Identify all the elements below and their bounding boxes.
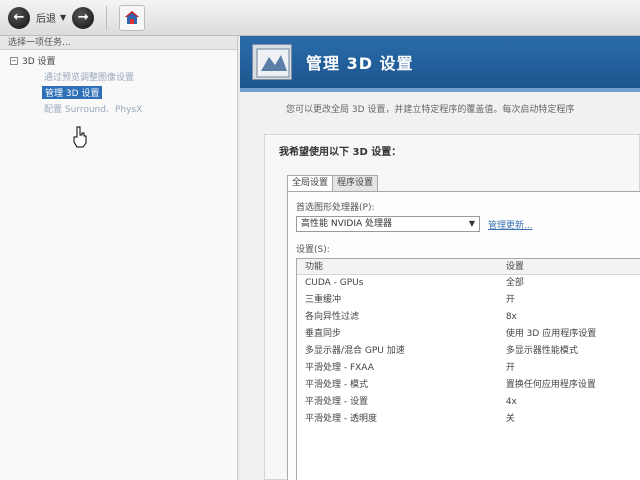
page-description: 您可以更改全局 3D 设置，并建立特定程序的覆盖值。每次启动特定程序 [286, 105, 575, 115]
page-banner: 管理 3D 设置 [240, 36, 640, 88]
feature-value[interactable]: 开 [500, 292, 640, 309]
table-row[interactable]: 平滑处理 - FXAA 开 [297, 360, 640, 377]
home-button[interactable] [119, 4, 146, 31]
feature-name: 三重缓冲 [305, 295, 342, 305]
column-header-feature[interactable]: 功能 [297, 259, 500, 274]
3d-settings-icon [252, 44, 292, 80]
feature-value[interactable]: 多显示器性能模式 [500, 343, 640, 360]
feature-name: 平滑处理 - FXAA [305, 363, 374, 373]
feature-value[interactable]: 使用 3D 应用程序设置 [500, 326, 640, 343]
tree-item-manage-3d-settings[interactable]: 管理 3D 设置 [42, 86, 103, 99]
tree-item-preview-image-settings[interactable]: 通过预览调整图像设置 [44, 70, 237, 83]
collapse-icon[interactable]: − [10, 56, 18, 65]
home-icon [125, 10, 140, 24]
history-dropdown-icon[interactable]: ▼ [60, 13, 66, 22]
feature-name: 垂直同步 [305, 329, 342, 339]
grid-header: 功能 设置 [297, 259, 640, 275]
feature-value[interactable]: 4x [500, 394, 640, 411]
feature-name: 平滑处理 - 透明度 [305, 414, 377, 424]
content-pane: 管理 3D 设置 您可以更改全局 3D 设置，并建立特定程序的覆盖值。每次启动特… [240, 36, 640, 480]
chevron-down-icon: ▼ [468, 219, 475, 228]
toolbar: ← 后退 ▼ → [0, 0, 640, 36]
table-row[interactable]: 三重缓冲 开 [297, 292, 640, 309]
forward-button[interactable]: → [72, 6, 95, 29]
settings-tabs: 全局设置 程序设置 [287, 175, 379, 192]
feature-name: 平滑处理 - 模式 [305, 380, 368, 390]
manage-link[interactable]: 管理更新... [488, 218, 533, 231]
settings-label: 设置(S): [296, 245, 330, 255]
table-row[interactable]: 多显示器/混合 GPU 加速 多显示器性能模式 [297, 343, 640, 360]
page-title: 管理 3D 设置 [306, 54, 414, 73]
table-row[interactable]: 平滑处理 - 模式 置换任何应用程序设置 [297, 377, 640, 394]
feature-value[interactable]: 关 [500, 411, 640, 428]
tab-program-settings[interactable]: 程序设置 [332, 175, 379, 191]
feature-name: 各向异性过滤 [305, 312, 360, 322]
preferred-processor-label: 首选图形处理器(P): [296, 203, 375, 213]
feature-value[interactable]: 全部 [500, 275, 640, 292]
tree-item-configure-surround-physx[interactable]: 配置 Surround、PhysX [44, 102, 237, 115]
feature-name: 平滑处理 - 设置 [305, 397, 368, 407]
table-row[interactable]: 垂直同步 使用 3D 应用程序设置 [297, 326, 640, 343]
feature-name: CUDA - GPUs [305, 278, 364, 288]
hand-cursor-icon [73, 126, 87, 148]
task-tree: − 3D 设置 通过预览调整图像设置 管理 3D 设置 配置 Surround、… [0, 50, 237, 115]
preferred-processor-select[interactable]: 高性能 NVIDIA 处理器 ▼ [296, 216, 480, 232]
section-heading: 我希望使用以下 3D 设置： [279, 147, 402, 158]
settings-grid: 功能 设置 CUDA - GPUs 全部 三重缓冲 开 各向异性过滤 8x 垂直… [296, 258, 640, 480]
global-settings-tab-body: 首选图形处理器(P): 高性能 NVIDIA 处理器 ▼ 管理更新... 设置(… [287, 191, 640, 480]
feature-value[interactable]: 8x [500, 309, 640, 326]
toolbar-divider [106, 5, 108, 30]
back-label[interactable]: 后退 [36, 10, 56, 25]
preferred-processor-value: 高性能 NVIDIA 处理器 [301, 219, 393, 229]
feature-value[interactable]: 开 [500, 360, 640, 377]
feature-value[interactable]: 置换任何应用程序设置 [500, 377, 640, 394]
arrow-right-icon: → [77, 10, 89, 25]
table-row[interactable]: CUDA - GPUs 全部 [297, 275, 640, 292]
back-button[interactable]: ← [8, 6, 30, 29]
settings-panel: 我希望使用以下 3D 设置： 全局设置 程序设置 首选图形处理器(P): 高性能… [264, 134, 640, 480]
feature-name: 多显示器/混合 GPU 加速 [305, 346, 405, 356]
tree-node-3d-settings[interactable]: − 3D 设置 [10, 54, 237, 67]
arrow-left-icon: ← [13, 10, 25, 25]
tab-global-settings[interactable]: 全局设置 [287, 175, 334, 192]
table-row[interactable]: 各向异性过滤 8x [297, 309, 640, 326]
table-row[interactable]: 平滑处理 - 透明度 关 [297, 411, 640, 428]
task-pane: 选择一项任务... − 3D 设置 通过预览调整图像设置 管理 3D 设置 配置… [0, 36, 238, 480]
task-pane-header: 选择一项任务... [0, 36, 237, 50]
column-header-setting[interactable]: 设置 [500, 259, 640, 274]
table-row[interactable]: 平滑处理 - 设置 4x [297, 394, 640, 411]
tree-node-label: 3D 设置 [22, 57, 56, 67]
